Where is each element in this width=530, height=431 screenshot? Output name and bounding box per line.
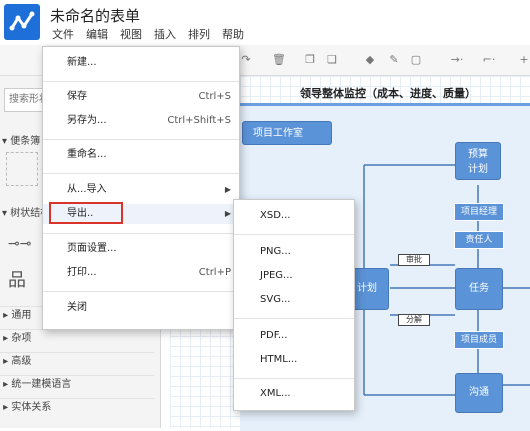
node-communicate[interactable]: 沟通 — [455, 373, 503, 413]
menu-separator — [43, 81, 239, 82]
tag-project-manager[interactable]: 项目经理 — [454, 203, 504, 221]
to-front-icon[interactable]: ❐ — [304, 54, 316, 66]
menu-item-close[interactable]: 关闭 — [43, 298, 239, 318]
sidebar-section-favorites[interactable]: ▾ 便条簿 — [2, 132, 40, 147]
delete-icon[interactable]: 🗑 — [272, 54, 286, 66]
menu-insert[interactable]: 插入 — [148, 26, 182, 44]
org-chart-shape-icon[interactable]: 品 — [8, 266, 26, 292]
sidebar-category-er[interactable]: ▸ 实体关系 — [0, 398, 154, 417]
submenu-arrow-icon: ▶ — [224, 209, 231, 218]
connection-style-icon[interactable]: →· — [446, 54, 468, 66]
menu-view[interactable]: 视图 — [114, 26, 148, 44]
export-html[interactable]: HTML... — [234, 350, 354, 370]
export-svg[interactable]: SVG... — [234, 290, 354, 310]
to-back-icon[interactable]: ❏ — [326, 54, 338, 66]
menu-separator — [43, 233, 239, 234]
menu-item-save-as[interactable]: 另存为... Ctrl+Shift+S — [43, 111, 239, 131]
menu-item-save[interactable]: 保存 Ctrl+S — [43, 87, 239, 107]
menu-separator — [234, 234, 354, 235]
tag-project-member[interactable]: 项目成员 — [454, 331, 504, 349]
menu-arrange[interactable]: 排列 — [182, 26, 216, 44]
menu-separator — [43, 291, 239, 292]
node-task[interactable]: 任务 — [455, 268, 503, 310]
menu-item-import[interactable]: 从...导入 ▶ — [43, 180, 239, 200]
menu-separator — [234, 318, 354, 319]
waypoint-style-icon[interactable]: ⌐· — [478, 54, 500, 66]
add-icon[interactable]: + — [518, 54, 530, 66]
menu-edit[interactable]: 编辑 — [80, 26, 114, 44]
line-color-icon[interactable]: ✎ — [388, 54, 400, 66]
menubar: 文件 编辑 视图 插入 排列 帮助 — [46, 26, 250, 44]
export-submenu: XSD... PNG... JPEG... SVG... PDF... HTML… — [233, 199, 355, 411]
menu-help[interactable]: 帮助 — [216, 26, 250, 44]
diagram-title[interactable]: 领导整体监控（成本、进度、质量） — [300, 85, 476, 101]
export-pdf[interactable]: PDF... — [234, 326, 354, 346]
export-xsd[interactable]: XSD... — [234, 206, 354, 226]
redo-icon[interactable]: ↷ — [240, 54, 252, 66]
menu-file[interactable]: 文件 — [46, 26, 80, 44]
sidebar-category-advanced[interactable]: ▸ 高级 — [0, 352, 154, 371]
menu-item-page-setup[interactable]: 页面设置... — [43, 239, 239, 259]
menu-separator — [234, 378, 354, 379]
export-jpeg[interactable]: JPEG... — [234, 266, 354, 286]
node-budget-plan[interactable]: 预算 计划 — [455, 142, 501, 180]
menu-item-print[interactable]: 打印... Ctrl+P — [43, 263, 239, 283]
file-menu: 新建... 保存 Ctrl+S 另存为... Ctrl+Shift+S 重命名.… — [42, 46, 240, 330]
submenu-arrow-icon: ▶ — [224, 185, 231, 194]
edge-label-decompose[interactable]: 分解 — [398, 314, 430, 326]
fill-color-icon[interactable]: ◆ — [364, 54, 376, 66]
tree-shape-icon[interactable]: ⊸⊸ — [8, 236, 31, 252]
favorites-dropzone[interactable] — [6, 152, 38, 186]
app-title[interactable]: 未命名的表单 — [50, 5, 140, 26]
menu-separator — [43, 173, 239, 174]
app-logo-icon — [4, 4, 40, 40]
sidebar-category-misc[interactable]: ▸ 杂项 — [0, 329, 154, 348]
menu-separator — [43, 139, 239, 140]
tag-responsible[interactable]: 责任人 — [454, 231, 504, 249]
export-highlight-box — [49, 202, 123, 224]
export-png[interactable]: PNG... — [234, 242, 354, 262]
shadow-icon[interactable]: ▢ — [410, 54, 422, 66]
export-xml[interactable]: XML... — [234, 384, 354, 404]
sidebar-category-uml[interactable]: ▸ 统一建模语言 — [0, 375, 154, 394]
menu-item-rename[interactable]: 重命名... — [43, 145, 239, 165]
menu-item-new[interactable]: 新建... — [43, 53, 239, 73]
edge-label-review[interactable]: 审批 — [398, 254, 430, 266]
